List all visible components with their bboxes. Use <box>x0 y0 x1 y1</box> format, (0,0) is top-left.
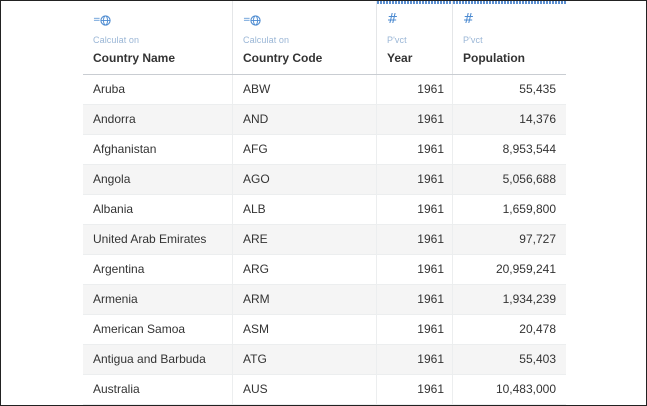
cell-year: 1961 <box>377 255 453 284</box>
column-subtitle: P'vct <box>463 35 483 45</box>
cell-year: 1961 <box>377 375 453 404</box>
cell-population: 14,376 <box>519 112 556 126</box>
window-frame: = Calculat on Country Name = Calculat on… <box>0 0 647 406</box>
column-title: Year <box>387 51 413 65</box>
column-subtitle: P'vct <box>387 35 407 45</box>
cell-population: 1,934,239 <box>502 292 556 306</box>
calculated-geo-icon: = <box>243 13 261 27</box>
cell-year: 1961 <box>377 135 453 164</box>
cell-country-name: Aruba <box>83 75 233 104</box>
column-header-year[interactable]: # P'vct Year <box>377 1 453 74</box>
cell-country-name: Armenia <box>83 285 233 314</box>
cell-year: 1961 <box>377 165 453 194</box>
column-title: Country Name <box>93 51 176 65</box>
column-subtitle: Calculat on <box>93 35 140 45</box>
table-row[interactable]: United Arab Emirates ARE 1961 97,727 <box>83 225 566 255</box>
cell-country-code: ARE <box>233 225 377 254</box>
cell-population: 55,403 <box>519 352 556 366</box>
table-row[interactable]: American Samoa ASM 1961 20,478 <box>83 315 566 345</box>
grid-body: Aruba ABW 1961 55,435 Andorra AND 1961 1… <box>83 75 566 405</box>
cell-year: 1961 <box>377 315 453 344</box>
number-hash-icon: # <box>387 12 398 27</box>
table-row[interactable]: Antigua and Barbuda ATG 1961 55,403 <box>83 345 566 375</box>
selection-indicator <box>377 1 452 4</box>
cell-country-code: AUS <box>233 375 377 404</box>
cell-population: 1,659,800 <box>502 202 556 216</box>
cell-country-code: AFG <box>233 135 377 164</box>
column-title: Country Code <box>243 51 323 65</box>
cell-country-name: Albania <box>83 195 233 224</box>
cell-country-name: United Arab Emirates <box>83 225 233 254</box>
grid-header: = Calculat on Country Name = Calculat on… <box>83 1 566 75</box>
cell-country-name: Argentina <box>83 255 233 284</box>
cell-year: 1961 <box>377 345 453 374</box>
table-row[interactable]: Angola AGO 1961 5,056,688 <box>83 165 566 195</box>
cell-country-code: AGO <box>233 165 377 194</box>
table-row[interactable]: Argentina ARG 1961 20,959,241 <box>83 255 566 285</box>
cell-country-code: AND <box>233 105 377 134</box>
selection-indicator <box>453 1 566 4</box>
cell-country-code: ATG <box>233 345 377 374</box>
column-header-country-code[interactable]: = Calculat on Country Code <box>233 1 377 74</box>
table-row[interactable]: Aruba ABW 1961 55,435 <box>83 75 566 105</box>
cell-country-code: ARM <box>233 285 377 314</box>
cell-population: 8,953,544 <box>502 142 556 156</box>
data-grid: = Calculat on Country Name = Calculat on… <box>83 1 566 405</box>
cell-country-code: ABW <box>233 75 377 104</box>
cell-year: 1961 <box>377 225 453 254</box>
cell-year: 1961 <box>377 195 453 224</box>
calculated-geo-icon: = <box>93 13 111 27</box>
cell-population: 5,056,688 <box>502 172 556 186</box>
cell-country-name: American Samoa <box>83 315 233 344</box>
cell-year: 1961 <box>377 285 453 314</box>
cell-population: 20,478 <box>519 322 556 336</box>
cell-population: 10,483,000 <box>495 382 556 396</box>
number-hash-icon: # <box>463 12 474 27</box>
cell-year: 1961 <box>377 75 453 104</box>
table-row[interactable]: Armenia ARM 1961 1,934,239 <box>83 285 566 315</box>
column-title: Population <box>463 51 525 65</box>
cell-country-code: ASM <box>233 315 377 344</box>
table-row[interactable]: Albania ALB 1961 1,659,800 <box>83 195 566 225</box>
cell-country-name: Antigua and Barbuda <box>83 345 233 374</box>
cell-country-code: ARG <box>233 255 377 284</box>
column-header-population[interactable]: # P'vct Population <box>453 1 566 74</box>
cell-country-name: Andorra <box>83 105 233 134</box>
cell-country-code: ALB <box>233 195 377 224</box>
table-row[interactable]: Australia AUS 1961 10,483,000 <box>83 375 566 405</box>
cell-population: 55,435 <box>519 82 556 96</box>
column-subtitle: Calculat on <box>243 35 290 45</box>
column-header-country-name[interactable]: = Calculat on Country Name <box>83 1 233 74</box>
cell-country-name: Australia <box>83 375 233 404</box>
table-row[interactable]: Andorra AND 1961 14,376 <box>83 105 566 135</box>
cell-population: 20,959,241 <box>495 262 556 276</box>
cell-year: 1961 <box>377 105 453 134</box>
cell-population: 97,727 <box>519 232 556 246</box>
cell-country-name: Afghanistan <box>83 135 233 164</box>
cell-country-name: Angola <box>83 165 233 194</box>
table-row[interactable]: Afghanistan AFG 1961 8,953,544 <box>83 135 566 165</box>
